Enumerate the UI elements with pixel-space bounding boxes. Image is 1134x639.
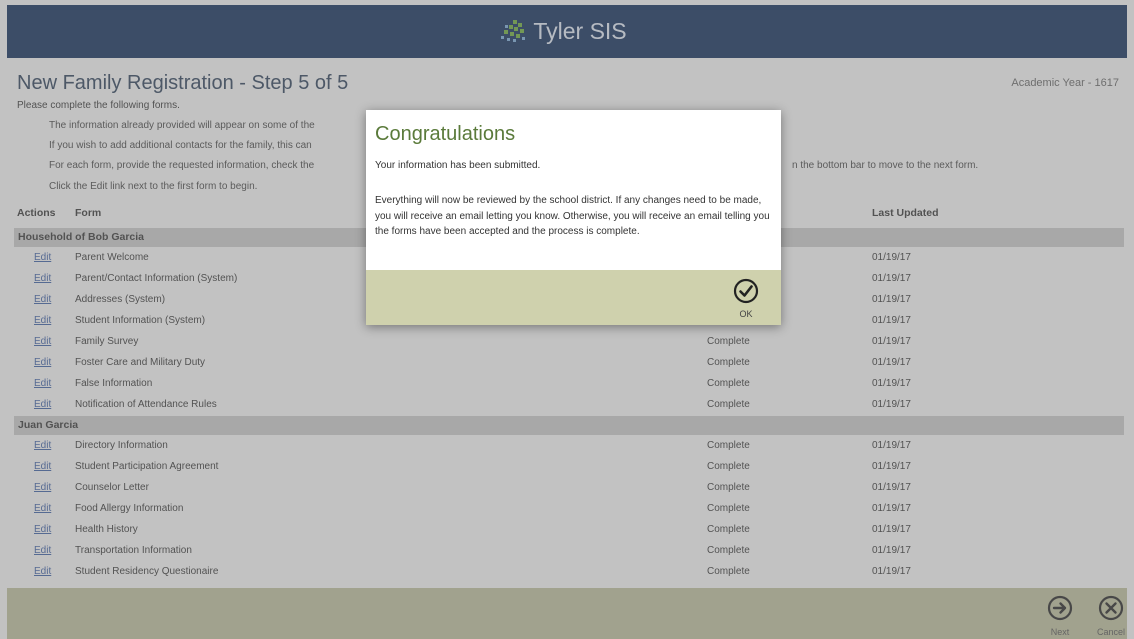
congratulations-dialog: Congratulations Your information has bee… bbox=[366, 110, 781, 325]
dialog-message: Your information has been submitted. bbox=[375, 160, 541, 171]
dialog-details: Everything will now be reviewed by the s… bbox=[375, 195, 770, 237]
ok-button[interactable]: OK bbox=[731, 278, 761, 319]
dialog-title: Congratulations bbox=[375, 123, 516, 145]
check-circle-icon bbox=[733, 278, 759, 304]
dialog-footer: OK bbox=[366, 270, 781, 325]
ok-label: OK bbox=[739, 309, 753, 319]
